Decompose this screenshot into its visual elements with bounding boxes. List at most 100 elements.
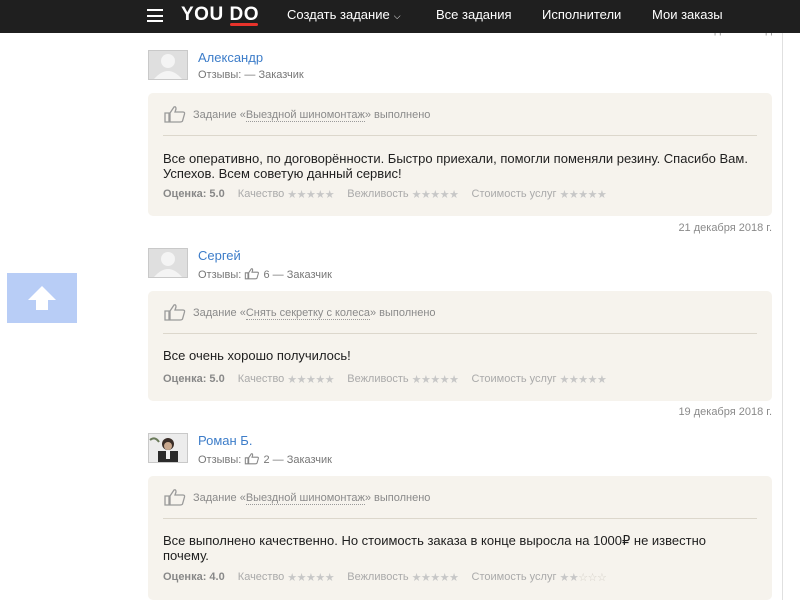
quality-stars: ★★★★★ [287, 188, 334, 201]
star-filled-icon: ★ [449, 572, 459, 584]
star-filled-icon: ★ [587, 374, 598, 386]
review-card: Задание «Выездной шиномонтаж» выполнено … [148, 93, 772, 216]
cost-stars: ★★☆☆☆ [559, 571, 606, 584]
star-filled-icon: ★ [296, 374, 307, 386]
task-link[interactable]: Снять секретку с колеса [245, 307, 370, 320]
star-filled-icon: ★ [559, 189, 569, 201]
quality-label: Качество [237, 373, 285, 385]
star-filled-icon: ★ [568, 572, 579, 584]
ratings-row: Оценка: 5.0 Качество ★★★★★ Вежливость ★★★★… [163, 373, 607, 386]
thumbs-up-icon [244, 452, 260, 468]
review-text: Все очень хорошо получилось! [163, 348, 351, 363]
avatar[interactable] [148, 50, 188, 80]
user-photo [149, 434, 187, 462]
star-filled-icon: ★ [559, 374, 569, 386]
meta-count: 2 [263, 454, 270, 466]
thumbs-up-icon [163, 303, 187, 324]
nav-create-task[interactable]: Создать задание ⌵ [287, 7, 401, 22]
chevron-down-icon: ⌵ [393, 11, 401, 21]
avatar[interactable] [148, 433, 188, 463]
divider [163, 518, 757, 519]
meta-role: Заказчик [258, 69, 304, 81]
score: Оценка: 5.0 [163, 373, 225, 385]
quality-stars: ★★★★★ [287, 373, 334, 386]
star-filled-icon: ★ [559, 572, 569, 584]
review-date: 21 декабря 2018 г. [678, 222, 772, 234]
review-text: Все выполнено качественно. Но стоимость … [163, 533, 706, 563]
star-filled-icon: ★ [439, 189, 450, 201]
star-filled-icon: ★ [587, 189, 598, 201]
reviewer-meta: Отзывы: 6 — Заказчик [198, 267, 332, 283]
star-filled-icon: ★ [287, 572, 297, 584]
thumbs-up-icon [163, 488, 187, 509]
star-filled-icon: ★ [439, 572, 450, 584]
nav-my-orders[interactable]: Мои заказы [652, 7, 723, 22]
star-filled-icon: ★ [296, 572, 307, 584]
star-filled-icon: ★ [287, 189, 297, 201]
meta-role: — Заказчик [272, 454, 332, 466]
task-suffix: » выполнено [364, 109, 431, 121]
star-filled-icon: ★ [430, 572, 440, 584]
politeness-stars: ★★★★★ [412, 373, 459, 386]
cost-label: Стоимость услуг [471, 373, 557, 385]
star-empty-icon: ☆ [587, 572, 598, 584]
reviewer-name[interactable]: Сергей [198, 248, 241, 263]
meta-count: 6 [263, 269, 270, 281]
cost-label: Стоимость услуг [471, 571, 557, 583]
star-filled-icon: ★ [287, 374, 297, 386]
arrow-up-icon [28, 286, 56, 310]
top-nav-bar: YOU DO Создать задание ⌵ Все задания Испо… [0, 0, 800, 33]
ratings-row: Оценка: 4.0 Качество ★★★★★ Вежливость ★★★★… [163, 571, 607, 584]
ratings-row: Оценка: 5.0 Качество ★★★★★ Вежливость ★★★★… [163, 188, 607, 201]
meta-count: — [244, 69, 256, 81]
nav-performers[interactable]: Исполнители [542, 7, 621, 22]
meta-label: Отзывы: [198, 69, 242, 81]
divider [163, 135, 757, 136]
thumbs-up-icon [244, 267, 260, 283]
menu-icon[interactable] [147, 9, 163, 22]
nav-create-task-label: Создать задание [287, 7, 390, 22]
cost-stars: ★★★★★ [559, 188, 606, 201]
divider [163, 333, 757, 334]
star-filled-icon: ★ [296, 189, 307, 201]
star-filled-icon: ★ [578, 189, 588, 201]
task-link[interactable]: Выездной шиномонтаж [245, 492, 365, 505]
quality-label: Качество [237, 571, 285, 583]
star-filled-icon: ★ [324, 374, 335, 386]
content-border [782, 33, 783, 600]
star-filled-icon: ★ [449, 189, 459, 201]
task-link[interactable]: Выездной шиномонтаж [245, 109, 365, 122]
star-filled-icon: ★ [324, 572, 335, 584]
avatar[interactable] [148, 248, 188, 278]
reviewer-name[interactable]: Роман Б. [198, 433, 252, 448]
politeness-stars: ★★★★★ [412, 571, 459, 584]
star-empty-icon: ☆ [596, 572, 607, 584]
user-icon [154, 252, 182, 277]
star-filled-icon: ★ [568, 374, 579, 386]
task-line: Задание «Снять секретку с колеса» выполн… [163, 303, 436, 324]
nav-all-tasks[interactable]: Все задания [436, 7, 512, 22]
task-prefix: Задание « [193, 307, 246, 319]
star-filled-icon: ★ [420, 189, 431, 201]
logo[interactable]: YOU DO [181, 4, 259, 26]
politeness-stars: ★★★★★ [412, 188, 459, 201]
task-prefix: Задание « [193, 109, 246, 121]
star-filled-icon: ★ [315, 572, 325, 584]
logo-do: DO [229, 4, 259, 25]
star-filled-icon: ★ [411, 189, 422, 201]
thumbs-up-icon [163, 105, 187, 126]
meta-role: — Заказчик [272, 269, 332, 281]
star-filled-icon: ★ [568, 189, 579, 201]
review-card: Задание «Снять секретку с колеса» выполн… [148, 291, 772, 401]
logo-you: YOU [181, 4, 224, 25]
star-empty-icon: ☆ [578, 572, 588, 584]
user-icon [154, 54, 182, 79]
star-filled-icon: ★ [430, 374, 440, 386]
star-filled-icon: ★ [596, 374, 607, 386]
reviewer-name[interactable]: Александр [198, 50, 263, 65]
scroll-up-button[interactable] [7, 273, 77, 323]
task-prefix: Задание « [193, 492, 246, 504]
reviewer-meta: Отзывы: 2 — Заказчик [198, 452, 332, 468]
task-suffix: » выполнено [369, 307, 436, 319]
politeness-label: Вежливость [347, 571, 409, 583]
